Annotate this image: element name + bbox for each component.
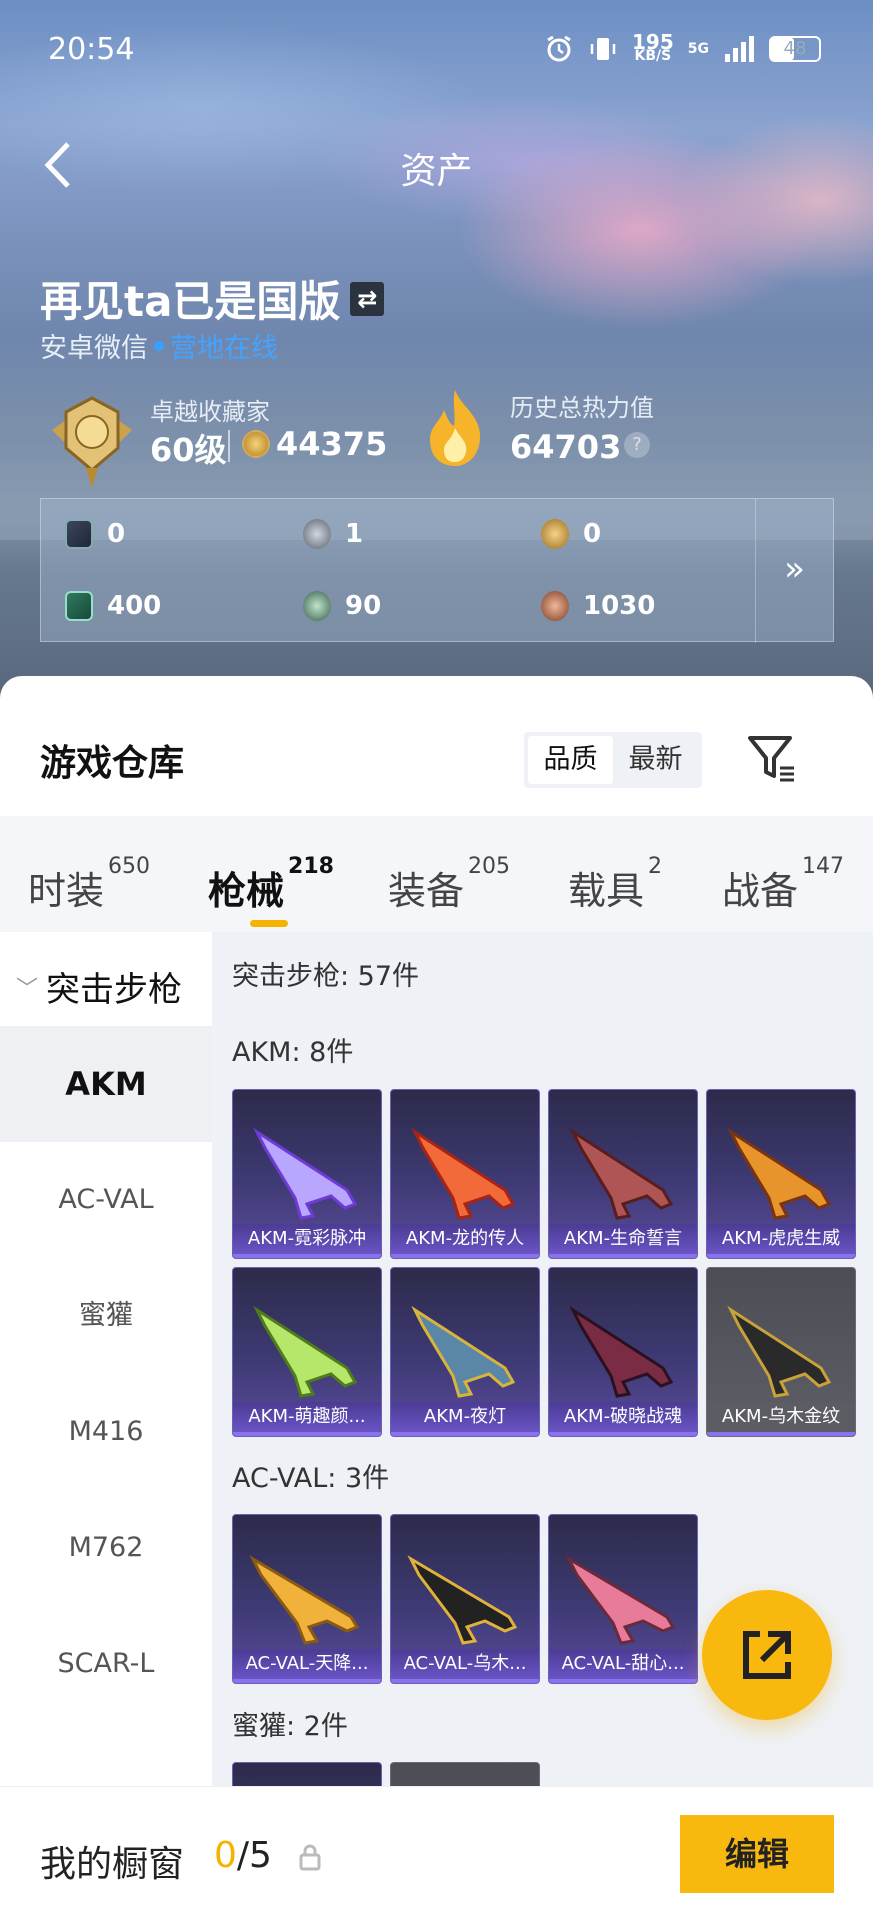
group-title-honey-badger: 蜜獾: 2件 [232, 1711, 348, 1742]
weapon-card[interactable]: AC-VAL-甜心... [548, 1514, 698, 1684]
showcase-count: 0/5 [214, 1835, 272, 1876]
user-meta: 安卓微信 营地在线 [40, 333, 278, 364]
silver-coin-icon [303, 519, 331, 549]
gem-icon [303, 591, 331, 621]
tab-fashion[interactable]: 时装650 [28, 854, 150, 915]
resource-item: 1030 [541, 591, 655, 621]
resource-more-button[interactable]: » [755, 499, 833, 643]
sidebar-category[interactable]: ﹀ 突击步枪 [16, 962, 182, 1011]
group-title-ac-val: AC-VAL: 3件 [232, 1463, 390, 1494]
weapon-sidebar: ﹀ 突击步枪 AKM AC-VAL 蜜獾 M416 M762 SCAR-L [0, 932, 212, 1920]
category-summary: 突击步枪: 57件 [232, 961, 420, 992]
sidebar-item-honey-badger[interactable]: 蜜獾 [0, 1258, 212, 1374]
vibrate-icon [590, 38, 616, 60]
rifle-icon [253, 1127, 358, 1220]
showcase-label: 我的橱窗 [40, 1844, 185, 1885]
rifle-icon [569, 1305, 674, 1398]
share-icon [743, 1631, 791, 1679]
help-icon[interactable]: ? [624, 432, 650, 458]
weapon-card[interactable]: AKM-霓彩脉冲 [232, 1089, 382, 1259]
warehouse-panel: 游戏仓库 品质 最新 时装650 枪械218 装备205 载具2 战备147 ﹀… [0, 676, 873, 1920]
tab-equipment[interactable]: 装备205 [388, 854, 510, 915]
signal-type: 5G [687, 41, 709, 57]
rifle-icon [253, 1305, 358, 1398]
battery-icon: 48 [769, 36, 821, 62]
sort-quality-button[interactable]: 品质 [528, 736, 613, 784]
switch-account-icon[interactable]: ⇄ [350, 281, 385, 316]
username: 再见ta已是国版 ⇄ [40, 268, 385, 329]
rifle-icon [565, 1555, 676, 1645]
weapon-card[interactable]: AKM-萌趣颜... [232, 1267, 382, 1437]
online-dot-icon [154, 340, 164, 351]
net-speed: 195 KB/S [632, 30, 674, 64]
sidebar-item-ac-val[interactable]: AC-VAL [0, 1142, 212, 1258]
group-title-akm: AKM: 8件 [232, 1037, 354, 1068]
bronze-coin-icon [541, 591, 569, 621]
tab-supplies[interactable]: 战备147 [722, 854, 844, 915]
divider [228, 430, 230, 462]
weapon-card[interactable]: AKM-龙的传人 [390, 1089, 540, 1259]
category-tabs: 时装650 枪械218 装备205 载具2 战备147 [0, 816, 873, 932]
history-label: 历史总热力值 [510, 394, 654, 422]
rifle-icon [727, 1127, 832, 1220]
card-icon [65, 519, 93, 549]
alarm-icon [547, 35, 571, 62]
rifle-icon [569, 1127, 674, 1220]
share-button[interactable] [702, 1590, 832, 1720]
chevron-down-icon: ﹀ [16, 976, 39, 1002]
green-card-icon [65, 591, 93, 621]
sidebar-item-m762[interactable]: M762 [0, 1490, 212, 1606]
collector-title: 卓越收藏家 [150, 398, 270, 426]
collector-medal-icon [52, 396, 132, 488]
lock-icon [299, 1844, 321, 1871]
sidebar-item-m416[interactable]: M416 [0, 1374, 212, 1490]
resource-item: 0 [65, 519, 125, 549]
resource-item: 0 [541, 519, 601, 549]
rifle-icon [411, 1127, 516, 1220]
weapon-card[interactable]: AKM-破晓战魂 [548, 1267, 698, 1437]
tab-vehicles[interactable]: 载具2 [568, 854, 662, 915]
active-tab-indicator [250, 920, 288, 927]
resource-item: 1 [303, 519, 363, 549]
rifle-icon [411, 1305, 516, 1398]
weapon-card[interactable]: AKM-乌木金纹 [706, 1267, 856, 1437]
page-title: 资产 [400, 151, 473, 192]
weapon-card[interactable]: AKM-夜灯 [390, 1267, 540, 1437]
warehouse-title: 游戏仓库 [40, 743, 185, 784]
sidebar-item-akm[interactable]: AKM [0, 1026, 212, 1142]
sort-newest-button[interactable]: 最新 [613, 736, 698, 784]
coin-icon [242, 430, 270, 458]
weapon-card[interactable]: AC-VAL-天降... [232, 1514, 382, 1684]
weapon-card[interactable]: AKM-生命誓言 [548, 1089, 698, 1259]
status-time: 20:54 [48, 32, 135, 67]
history-value: 64703 [510, 428, 622, 466]
weapon-card[interactable]: AKM-虎虎生威 [706, 1089, 856, 1259]
tab-weapons[interactable]: 枪械218 [208, 854, 334, 915]
filter-icon[interactable] [746, 732, 798, 784]
signal-icon [725, 36, 754, 62]
collector-level: 60级 [150, 431, 227, 469]
rifle-icon [727, 1305, 832, 1398]
sidebar-item-scar-l[interactable]: SCAR-L [0, 1606, 212, 1722]
weapon-card[interactable]: AC-VAL-乌木... [390, 1514, 540, 1684]
resource-item: 90 [303, 591, 381, 621]
rifle-icon [407, 1555, 518, 1645]
edit-button[interactable]: 编辑 [680, 1815, 834, 1893]
resource-item: 400 [65, 591, 161, 621]
weapon-grid: 突击步枪: 57件 AKM: 8件 AC-VAL: 3件 蜜獾: 2件 AKM-… [212, 932, 873, 1920]
coin-count: 44375 [276, 425, 388, 463]
sort-toggle: 品质 最新 [524, 732, 702, 788]
bottom-bar: 我的橱窗 0/5 编辑 [0, 1786, 873, 1920]
gold-badge-icon [541, 519, 569, 549]
rifle-icon [249, 1555, 360, 1645]
resource-panel[interactable]: 0 1 0 400 90 1030 » [40, 498, 834, 643]
flame-icon [430, 390, 481, 466]
status-bar: 20:54 195 KB/S 5G 48 [0, 0, 873, 100]
